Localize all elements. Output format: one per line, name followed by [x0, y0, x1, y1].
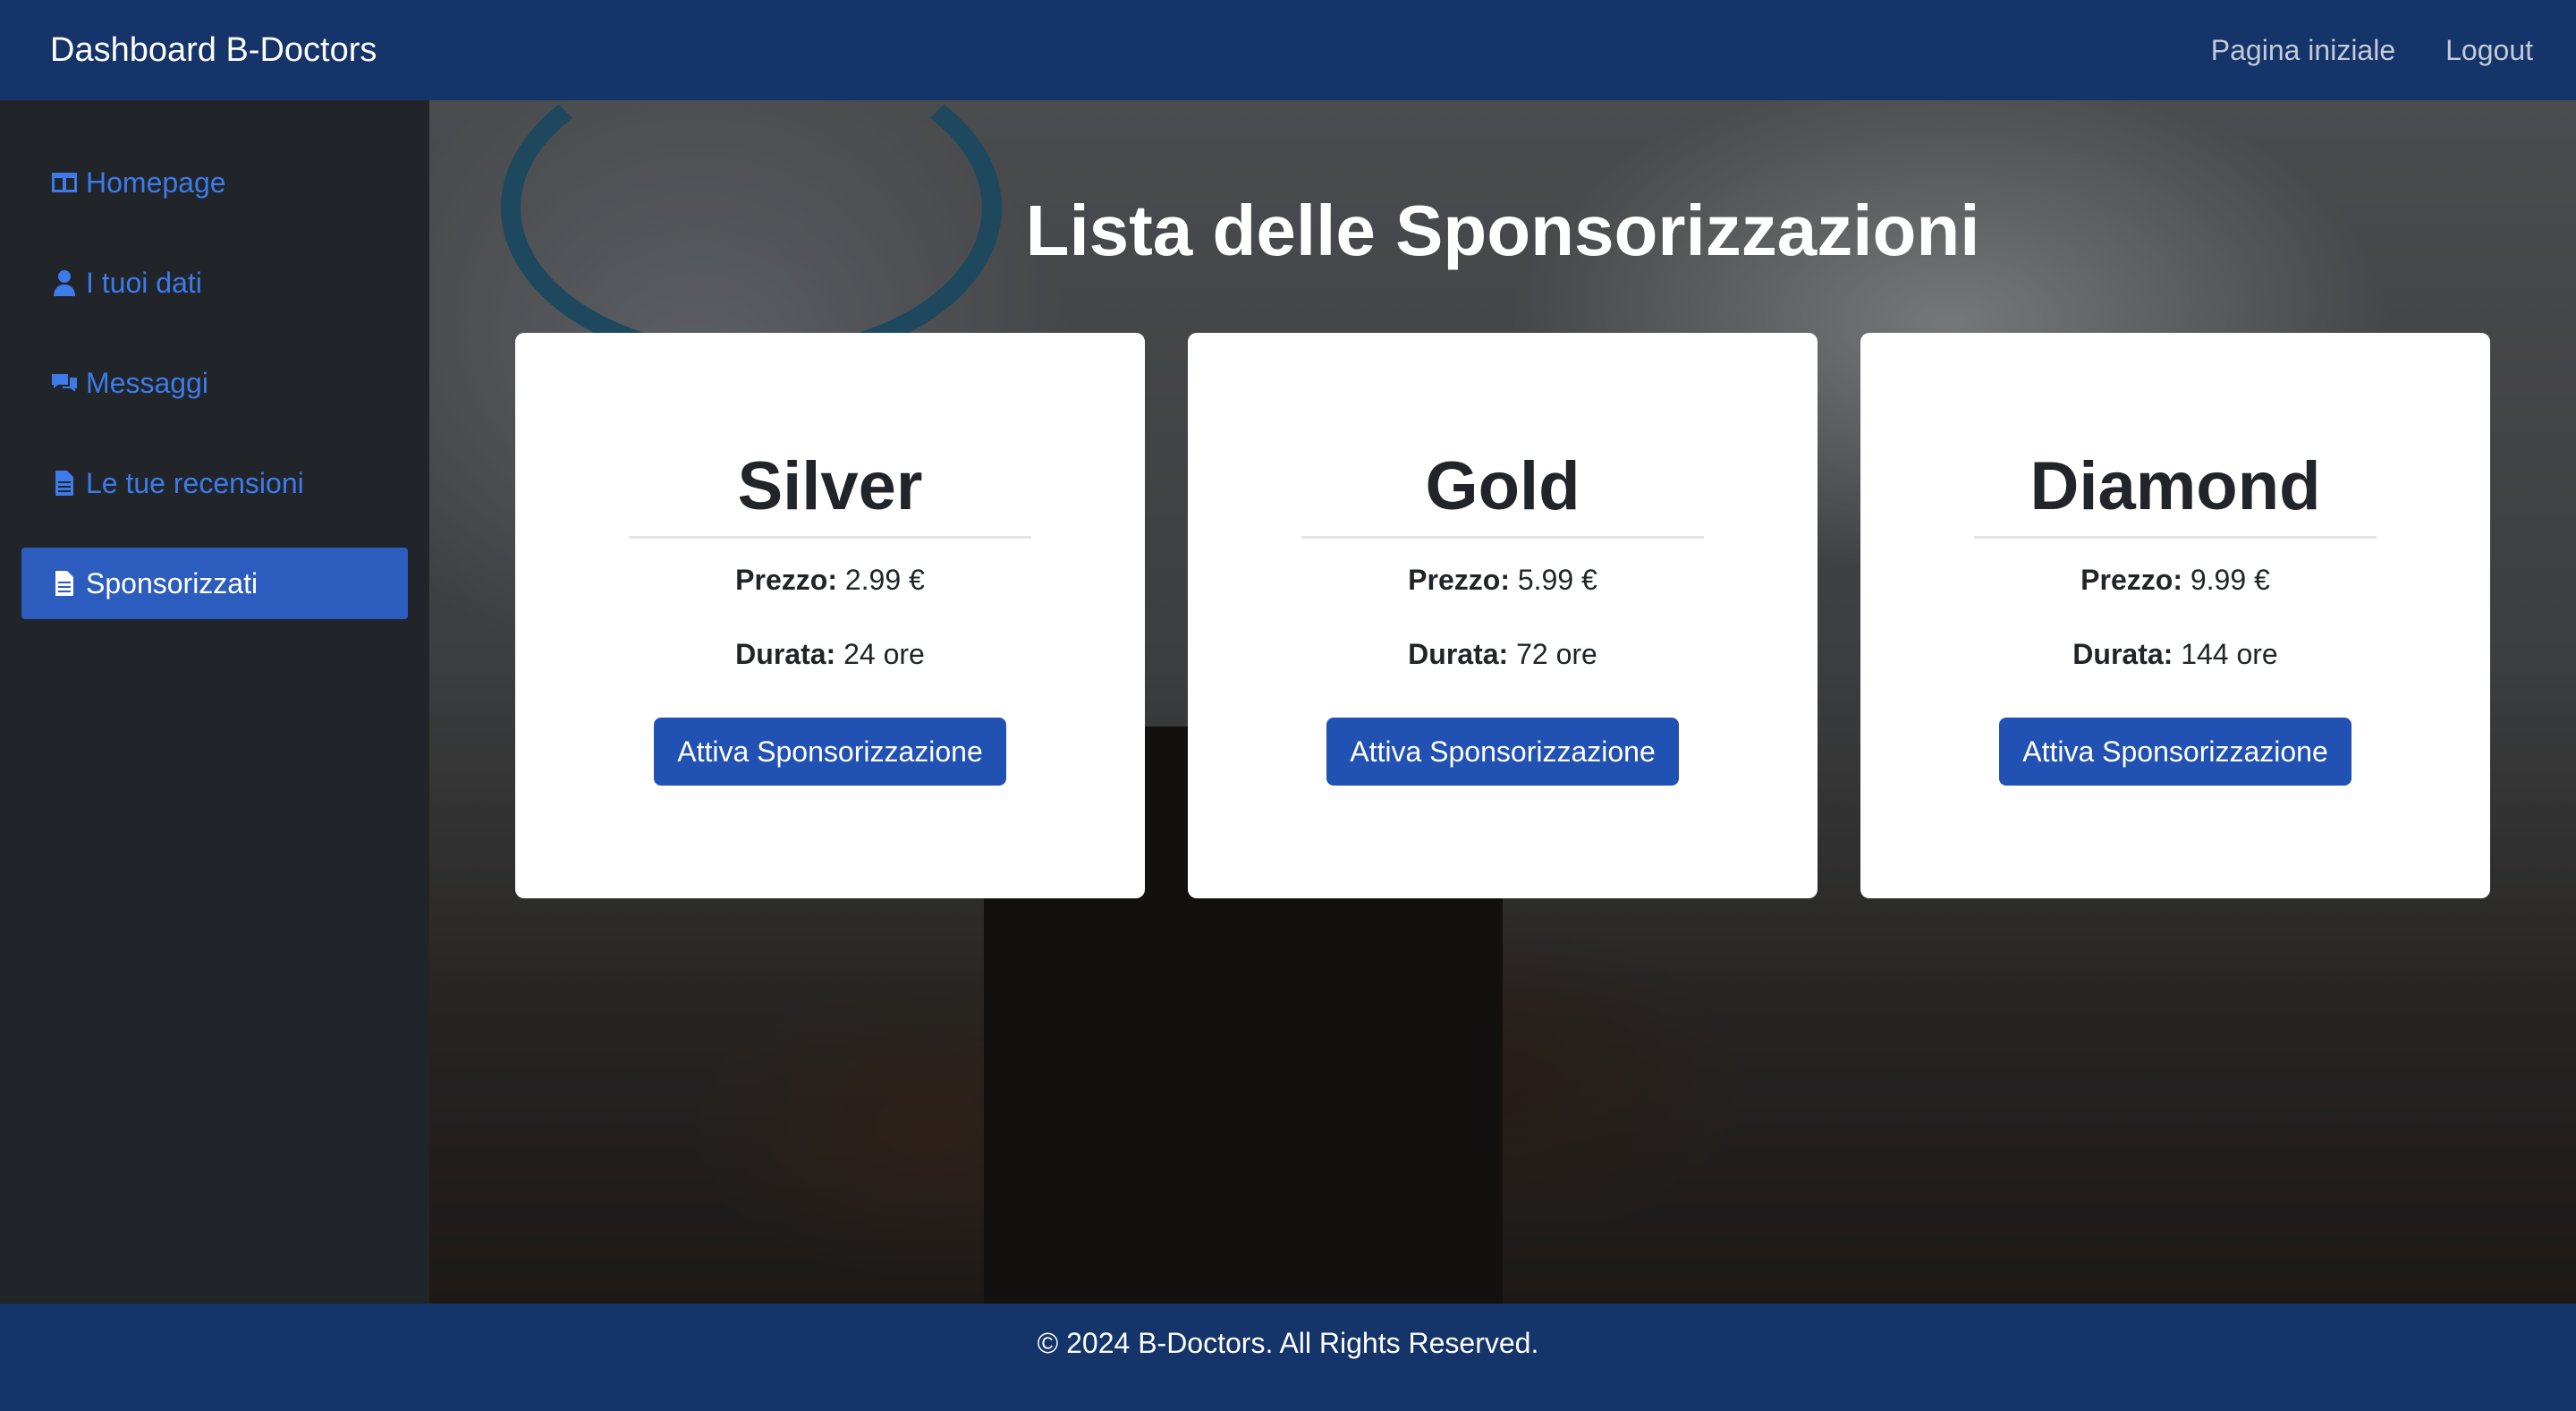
plan-price: Prezzo: 9.99 € [2080, 564, 2270, 597]
brand-title[interactable]: Dashboard B-Doctors [50, 31, 377, 70]
divider [629, 536, 1031, 539]
plan-name: Gold [1425, 448, 1580, 524]
plan-price: Prezzo: 5.99 € [1408, 564, 1597, 597]
duration-label: Durata: [1408, 638, 1509, 670]
sidebar-item-tuoi-dati[interactable]: I tuoi dati [21, 247, 408, 319]
plan-duration: Durata: 72 ore [1408, 638, 1597, 671]
duration-value: 144 ore [2181, 638, 2278, 670]
page-title: Lista delle Sponsorizzazioni [1025, 191, 1980, 270]
plan-card-silver: Silver Prezzo: 2.99 € Durata: 24 ore Att… [515, 333, 1145, 898]
price-label: Prezzo: [735, 564, 837, 596]
price-value: 2.99 € [844, 564, 925, 596]
sidebar-item-sponsorizzati[interactable]: Sponsorizzati [21, 548, 408, 619]
sidebar-item-label: I tuoi dati [86, 266, 202, 299]
plan-card-diamond: Diamond Prezzo: 9.99 € Durata: 144 ore A… [1860, 333, 2490, 898]
nav-link-home[interactable]: Pagina iniziale [2211, 34, 2395, 67]
divider [1974, 536, 2377, 539]
nav-link-logout[interactable]: Logout [2445, 34, 2533, 67]
price-label: Prezzo: [1408, 564, 1510, 596]
comments-icon [52, 374, 77, 392]
sidebar-item-homepage[interactable]: Homepage [21, 147, 408, 218]
plan-card-gold: Gold Prezzo: 5.99 € Durata: 72 ore Attiv… [1188, 333, 1818, 898]
divider [1301, 536, 1704, 539]
sidebar-item-messaggi[interactable]: Messaggi [21, 347, 408, 419]
price-value: 5.99 € [1517, 564, 1597, 596]
plan-duration: Durata: 24 ore [735, 638, 925, 671]
file-icon [55, 571, 73, 596]
sidebar-item-label: Le tue recensioni [86, 466, 304, 499]
duration-value: 24 ore [843, 638, 925, 670]
activate-sponsorship-button[interactable]: Attiva Sponsorizzazione [654, 718, 1006, 786]
price-value: 9.99 € [2190, 564, 2270, 596]
duration-value: 72 ore [1516, 638, 1597, 670]
plan-name: Diamond [2029, 448, 2321, 524]
top-navbar: Dashboard B-Doctors Pagina iniziale Logo… [0, 0, 2576, 100]
top-nav-links: Pagina iniziale Logout [2211, 34, 2533, 67]
duration-label: Durata: [735, 638, 836, 670]
sidebar-item-label: Homepage [86, 166, 226, 199]
columns-icon [52, 173, 77, 192]
file-icon [55, 471, 73, 496]
plans-list: Silver Prezzo: 2.99 € Durata: 24 ore Att… [515, 333, 2490, 898]
sidebar-item-label: Sponsorizzati [86, 566, 258, 599]
plan-name: Silver [737, 448, 923, 524]
plan-price: Prezzo: 2.99 € [735, 564, 925, 597]
sidebar-item-recensioni[interactable]: Le tue recensioni [21, 447, 408, 519]
activate-sponsorship-button[interactable]: Attiva Sponsorizzazione [1326, 718, 1679, 786]
activate-sponsorship-button[interactable]: Attiva Sponsorizzazione [1999, 718, 2351, 786]
footer: © 2024 B-Doctors. All Rights Reserved. [0, 1304, 2576, 1411]
main-content: Lista delle Sponsorizzazioni Silver Prez… [429, 100, 2576, 1304]
price-label: Prezzo: [2080, 564, 2182, 596]
sidebar: Homepage I tuoi dati Messaggi Le tue rec… [0, 100, 429, 1304]
user-doctor-icon [54, 270, 75, 296]
plan-duration: Durata: 144 ore [2072, 638, 2277, 671]
copyright-text: © 2024 B-Doctors. All Rights Reserved. [1037, 1327, 1539, 1359]
sidebar-item-label: Messaggi [86, 366, 208, 399]
duration-label: Durata: [2072, 638, 2174, 670]
